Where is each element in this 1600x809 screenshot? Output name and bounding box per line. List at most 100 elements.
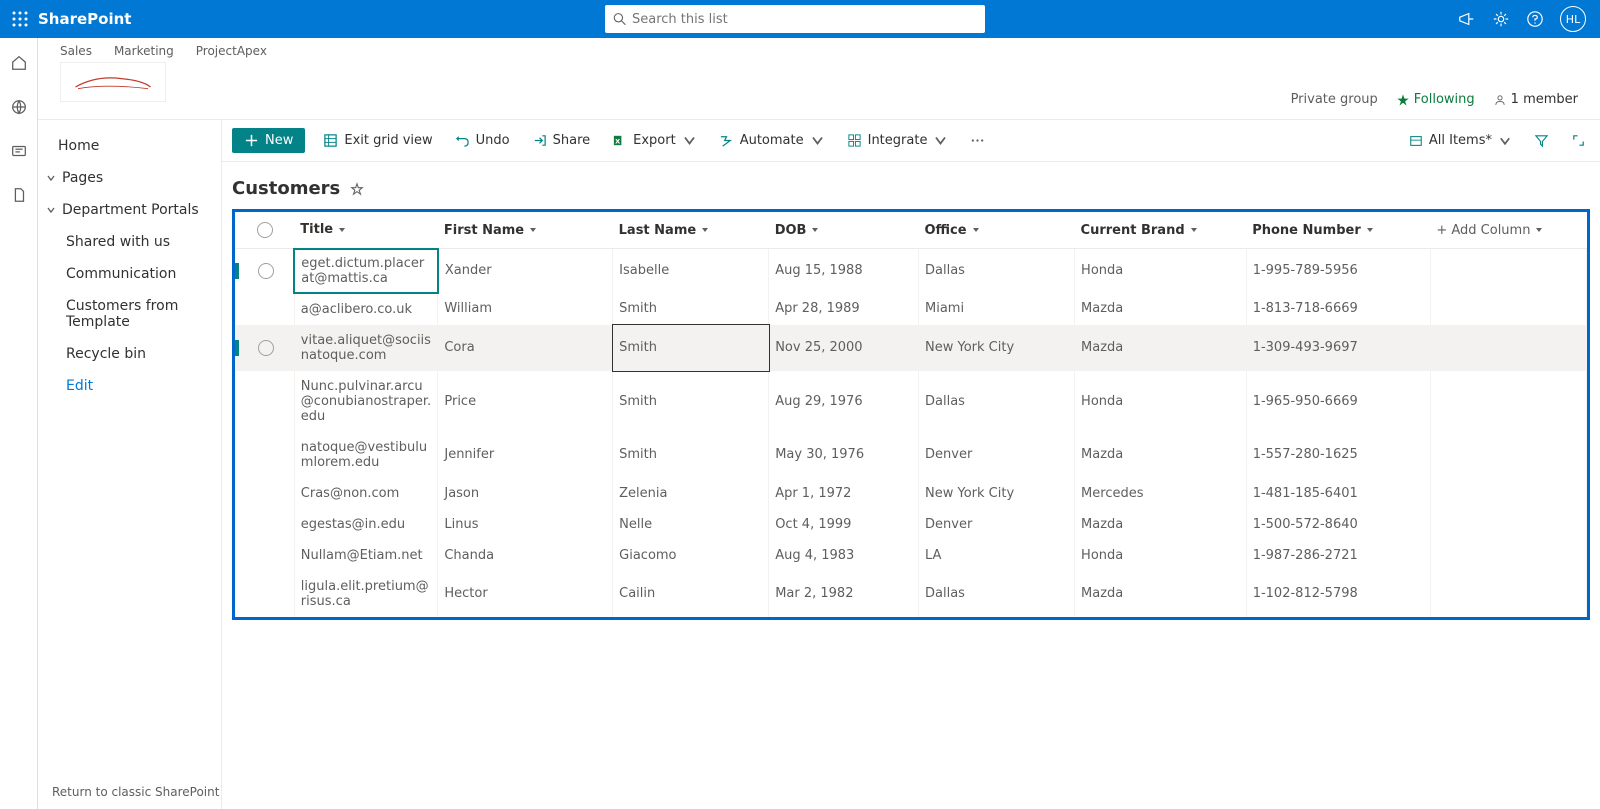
nav-communication[interactable]: Communication <box>38 258 221 290</box>
cell-lastname[interactable]: Zelenia <box>613 478 769 509</box>
hub-link-sales[interactable]: Sales <box>60 44 92 58</box>
user-avatar[interactable]: HL <box>1560 6 1586 32</box>
site-logo[interactable] <box>60 62 166 102</box>
table-row[interactable]: natoque@vestibulumlorem.eduJenniferSmith… <box>235 432 1587 478</box>
cell-phone[interactable]: 1-309-493-9697 <box>1246 325 1430 371</box>
cell-office[interactable]: Miami <box>919 293 1075 325</box>
cell-empty[interactable] <box>1430 478 1586 509</box>
cell-dob[interactable]: Aug 29, 1976 <box>769 371 919 432</box>
cell-empty[interactable] <box>1430 540 1586 571</box>
cell-brand[interactable]: Honda <box>1075 249 1247 293</box>
export-button[interactable]: X Export <box>608 131 701 150</box>
favorite-star-icon[interactable] <box>350 182 364 196</box>
nav-dept-portals[interactable]: Department Portals <box>38 194 221 226</box>
cell-empty[interactable] <box>1430 571 1586 617</box>
cell-title[interactable]: eget.dictum.placerat@mattis.ca <box>294 249 438 293</box>
cell-lastname[interactable]: Nelle <box>613 509 769 540</box>
row-select-cell[interactable] <box>235 432 294 478</box>
row-select-cell[interactable] <box>235 249 294 293</box>
cell-phone[interactable]: 1-500-572-8640 <box>1246 509 1430 540</box>
exit-grid-button[interactable]: Exit grid view <box>319 131 436 150</box>
cell-phone[interactable]: 1-965-950-6669 <box>1246 371 1430 432</box>
cell-lastname[interactable]: Smith <box>613 371 769 432</box>
nav-shared[interactable]: Shared with us <box>38 226 221 258</box>
cell-lastname[interactable]: Cailin <box>613 571 769 617</box>
cell-firstname[interactable]: Jason <box>438 478 613 509</box>
hub-link-projectapex[interactable]: ProjectApex <box>196 44 267 58</box>
undo-button[interactable]: Undo <box>451 131 514 150</box>
globe-icon[interactable] <box>10 98 28 116</box>
cell-empty[interactable] <box>1430 371 1586 432</box>
nav-home[interactable]: Home <box>38 130 221 162</box>
table-row[interactable]: Nullam@Etiam.netChandaGiacomoAug 4, 1983… <box>235 540 1587 571</box>
cell-dob[interactable]: Mar 2, 1982 <box>769 571 919 617</box>
expand-button[interactable] <box>1567 131 1590 150</box>
cell-lastname[interactable]: Giacomo <box>613 540 769 571</box>
cell-office[interactable]: New York City <box>919 325 1075 371</box>
cell-firstname[interactable]: Chanda <box>438 540 613 571</box>
nav-customers-template[interactable]: Customers from Template <box>38 290 221 338</box>
table-row[interactable]: egestas@in.eduLinusNelleOct 4, 1999Denve… <box>235 509 1587 540</box>
cell-title[interactable]: vitae.aliquet@sociisnatoque.com <box>294 325 438 371</box>
cell-dob[interactable]: Apr 28, 1989 <box>769 293 919 325</box>
cell-firstname[interactable]: Hector <box>438 571 613 617</box>
cell-office[interactable]: Dallas <box>919 571 1075 617</box>
cell-firstname[interactable]: Xander <box>438 249 613 293</box>
row-select-cell[interactable] <box>235 540 294 571</box>
return-classic-link[interactable]: Return to classic SharePoint <box>52 785 219 799</box>
share-button[interactable]: Share <box>528 131 595 150</box>
cell-office[interactable]: LA <box>919 540 1075 571</box>
members-button[interactable]: 1 member <box>1493 92 1578 107</box>
col-office[interactable]: Office <box>919 212 1075 249</box>
cell-dob[interactable]: Aug 4, 1983 <box>769 540 919 571</box>
cell-title[interactable]: egestas@in.edu <box>294 509 438 540</box>
table-row[interactable]: ligula.elit.pretium@risus.caHectorCailin… <box>235 571 1587 617</box>
app-launcher-icon[interactable] <box>4 0 36 38</box>
table-row[interactable]: a@aclibero.co.ukWilliamSmithApr 28, 1989… <box>235 293 1587 325</box>
home-icon[interactable] <box>10 54 28 72</box>
select-all-header[interactable] <box>235 212 294 249</box>
cell-dob[interactable]: Oct 4, 1999 <box>769 509 919 540</box>
files-icon[interactable] <box>10 186 28 204</box>
new-button[interactable]: New <box>232 128 305 153</box>
help-icon[interactable] <box>1526 10 1544 28</box>
nav-recycle-bin[interactable]: Recycle bin <box>38 338 221 370</box>
col-dob[interactable]: DOB <box>769 212 919 249</box>
cell-office[interactable]: Dallas <box>919 249 1075 293</box>
cell-office[interactable]: New York City <box>919 478 1075 509</box>
cell-firstname[interactable]: Jennifer <box>438 432 613 478</box>
row-select-cell[interactable] <box>235 571 294 617</box>
follow-button[interactable]: Following <box>1396 92 1475 107</box>
cell-brand[interactable]: Mazda <box>1075 509 1247 540</box>
cell-brand[interactable]: Mazda <box>1075 432 1247 478</box>
cell-title[interactable]: a@aclibero.co.uk <box>294 293 438 325</box>
cell-lastname[interactable]: Isabelle <box>613 249 769 293</box>
cell-office[interactable]: Denver <box>919 509 1075 540</box>
cell-dob[interactable]: Apr 1, 1972 <box>769 478 919 509</box>
row-select-cell[interactable] <box>235 371 294 432</box>
cell-firstname[interactable]: Linus <box>438 509 613 540</box>
cell-firstname[interactable]: Price <box>438 371 613 432</box>
more-button[interactable] <box>966 131 989 150</box>
cell-empty[interactable] <box>1430 432 1586 478</box>
cell-lastname[interactable]: Smith <box>613 325 769 371</box>
automate-button[interactable]: Automate <box>715 131 829 150</box>
row-select-cell[interactable] <box>235 293 294 325</box>
row-select-cell[interactable] <box>235 325 294 371</box>
row-select-cell[interactable] <box>235 509 294 540</box>
nav-pages[interactable]: Pages <box>38 162 221 194</box>
settings-icon[interactable] <box>1492 10 1510 28</box>
col-brand[interactable]: Current Brand <box>1075 212 1247 249</box>
news-icon[interactable] <box>10 142 28 160</box>
table-row[interactable]: vitae.aliquet@sociisnatoque.comCoraSmith… <box>235 325 1587 371</box>
cell-title[interactable]: ligula.elit.pretium@risus.ca <box>294 571 438 617</box>
cell-empty[interactable] <box>1430 293 1586 325</box>
table-row[interactable]: Cras@non.comJasonZeleniaApr 1, 1972New Y… <box>235 478 1587 509</box>
cell-brand[interactable]: Mercedes <box>1075 478 1247 509</box>
cell-empty[interactable] <box>1430 325 1586 371</box>
cell-phone[interactable]: 1-557-280-1625 <box>1246 432 1430 478</box>
nav-edit[interactable]: Edit <box>38 370 221 402</box>
cell-title[interactable]: natoque@vestibulumlorem.edu <box>294 432 438 478</box>
cell-empty[interactable] <box>1430 249 1586 293</box>
cell-brand[interactable]: Honda <box>1075 540 1247 571</box>
